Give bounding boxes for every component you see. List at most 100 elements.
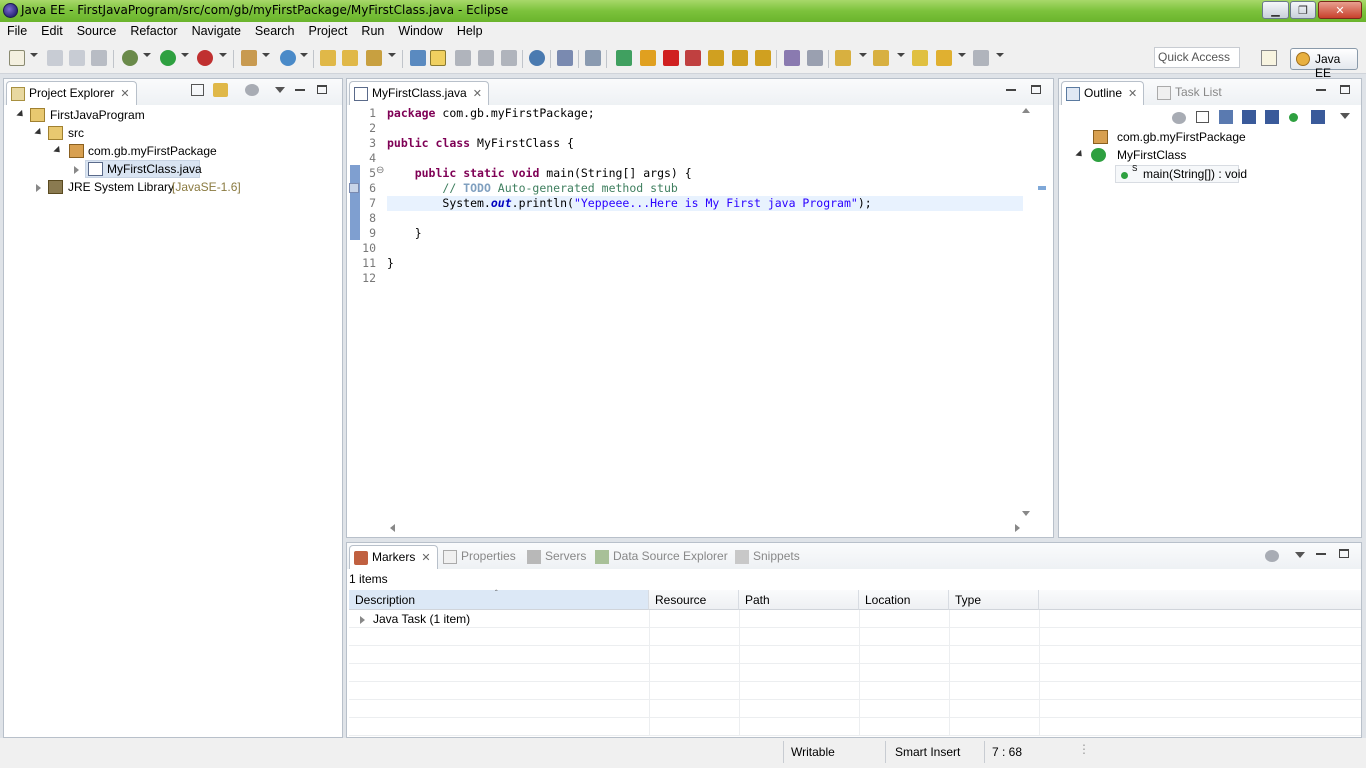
open-perspective-toolbar-icon[interactable]: [784, 50, 800, 66]
close-tab-icon[interactable]: ✕: [1128, 88, 1137, 100]
new-java-class-dropdown-icon[interactable]: [300, 53, 308, 57]
editor-horizontal-scrollbar[interactable]: [387, 521, 1023, 535]
editor-vertical-scrollbar[interactable]: [1021, 105, 1031, 519]
task-marker-icon[interactable]: [349, 183, 359, 193]
save-icon[interactable]: [47, 50, 63, 66]
minimize-editor-icon[interactable]: [1006, 89, 1016, 91]
close-button[interactable]: ✕: [1318, 1, 1362, 19]
step-over-icon[interactable]: [732, 50, 748, 66]
previous-edit-dropdown-icon[interactable]: [897, 53, 905, 57]
view-menu-icon[interactable]: [245, 84, 259, 96]
minimize-button[interactable]: ▁: [1262, 1, 1289, 19]
overview-ruler[interactable]: [1032, 105, 1052, 519]
menu-help[interactable]: Help: [450, 22, 490, 42]
disconnect-icon[interactable]: [685, 50, 701, 66]
fold-collapse-icon[interactable]: ⊖: [376, 165, 384, 176]
tab-editor-file[interactable]: MyFirstClass.java ✕: [349, 81, 489, 105]
hide-local-types-icon[interactable]: [1311, 110, 1325, 124]
collapse-all-icon[interactable]: [1196, 111, 1209, 123]
mark-occurrences-icon[interactable]: [430, 50, 446, 66]
link-with-editor-icon[interactable]: [213, 83, 228, 97]
column-type[interactable]: Type: [949, 590, 1039, 610]
block-selection-icon[interactable]: [455, 50, 471, 66]
suspend-icon[interactable]: [640, 50, 656, 66]
expand-twistie-icon[interactable]: [1075, 149, 1085, 160]
external-tools-icon[interactable]: [197, 50, 213, 66]
open-type-icon[interactable]: [320, 50, 336, 66]
new-server-icon[interactable]: [241, 50, 257, 66]
menu-navigate[interactable]: Navigate: [185, 22, 248, 42]
hide-non-public-icon[interactable]: [1289, 113, 1298, 122]
menu-refactor[interactable]: Refactor: [123, 22, 184, 42]
terminate-icon[interactable]: [663, 50, 679, 66]
tab-project-explorer[interactable]: Project Explorer ✕: [6, 81, 137, 105]
search-dropdown-icon[interactable]: [388, 53, 396, 57]
scroll-down-icon[interactable]: [1022, 511, 1030, 516]
debug-dropdown-icon[interactable]: [143, 53, 151, 57]
back-dropdown-icon[interactable]: [958, 53, 966, 57]
collapse-twistie-icon[interactable]: [74, 166, 79, 174]
table-row[interactable]: Java Task (1 item): [349, 610, 1361, 628]
minimize-view-icon[interactable]: [295, 89, 305, 91]
focus-icon[interactable]: [1172, 112, 1186, 124]
code-editor[interactable]: package com.gb.myFirstPackage; public cl…: [387, 105, 1023, 521]
expand-twistie-icon[interactable]: [16, 109, 26, 120]
collapse-twistie-icon[interactable]: [36, 184, 41, 192]
run-dropdown-icon[interactable]: [181, 53, 189, 57]
run-icon[interactable]: [160, 50, 176, 66]
close-tab-icon[interactable]: ✕: [120, 88, 129, 100]
menu-project[interactable]: Project: [302, 22, 355, 42]
open-perspective-icon[interactable]: [1261, 50, 1277, 66]
tab-servers[interactable]: Servers: [523, 545, 592, 569]
eclipse-logo-icon[interactable]: [3, 3, 18, 18]
expand-twistie-icon[interactable]: [53, 145, 63, 156]
next-edit-dropdown-icon[interactable]: [859, 53, 867, 57]
column-resource[interactable]: Resource: [649, 590, 739, 610]
tab-outline[interactable]: Outline ✕: [1061, 81, 1145, 105]
maximize-view-icon[interactable]: [1339, 549, 1349, 558]
menu-window[interactable]: Window: [391, 22, 449, 42]
new-server-dropdown-icon[interactable]: [262, 53, 270, 57]
tab-markers[interactable]: Markers ✕: [349, 545, 438, 569]
new-icon[interactable]: [9, 50, 25, 66]
open-task-icon[interactable]: [342, 50, 358, 66]
last-edit-location-icon[interactable]: [912, 50, 928, 66]
maximize-editor-icon[interactable]: [1031, 85, 1041, 94]
column-description[interactable]: Description ˆ: [349, 589, 649, 610]
next-edit-icon[interactable]: [835, 50, 851, 66]
perspective-java-ee-button[interactable]: Java EE: [1290, 48, 1358, 80]
tab-properties[interactable]: Properties: [439, 545, 522, 569]
focus-icon[interactable]: [1265, 550, 1279, 562]
column-path[interactable]: Path: [739, 590, 859, 610]
maximize-button[interactable]: ❐: [1290, 1, 1316, 19]
web-browser-icon[interactable]: [529, 50, 545, 66]
close-tab-icon[interactable]: ✕: [473, 88, 482, 100]
expand-twistie-icon[interactable]: [34, 127, 44, 138]
task-overview-marker[interactable]: [1038, 186, 1046, 190]
hide-fields-icon[interactable]: [1242, 110, 1256, 124]
search-icon[interactable]: [366, 50, 382, 66]
view-dropdown-icon[interactable]: [1340, 113, 1350, 119]
sort-icon[interactable]: [1219, 110, 1233, 124]
menu-file[interactable]: File: [0, 22, 34, 42]
scroll-up-icon[interactable]: [1022, 108, 1030, 113]
save-all-icon[interactable]: [69, 50, 85, 66]
step-into-icon[interactable]: [708, 50, 724, 66]
paragraph-icon[interactable]: [501, 50, 517, 66]
forward-icon[interactable]: [973, 50, 989, 66]
outline-method[interactable]: S main(String[]) : void: [1115, 164, 1247, 183]
menu-search[interactable]: Search: [248, 22, 302, 42]
new-dropdown-icon[interactable]: [30, 53, 38, 57]
previous-edit-icon[interactable]: [873, 50, 889, 66]
expand-twistie-icon[interactable]: [360, 616, 365, 624]
maximize-view-icon[interactable]: [1340, 85, 1350, 94]
close-tab-icon[interactable]: ✕: [421, 552, 430, 564]
hide-static-icon[interactable]: [1265, 110, 1279, 124]
toggle-breadcrumb-icon[interactable]: [410, 50, 426, 66]
menu-run[interactable]: Run: [354, 22, 391, 42]
step-return-icon[interactable]: [755, 50, 771, 66]
view-dropdown-icon[interactable]: [1295, 552, 1305, 558]
show-whitespace-icon[interactable]: [478, 50, 494, 66]
tab-snippets[interactable]: Snippets: [731, 545, 806, 569]
next-annotation-icon[interactable]: [557, 50, 573, 66]
